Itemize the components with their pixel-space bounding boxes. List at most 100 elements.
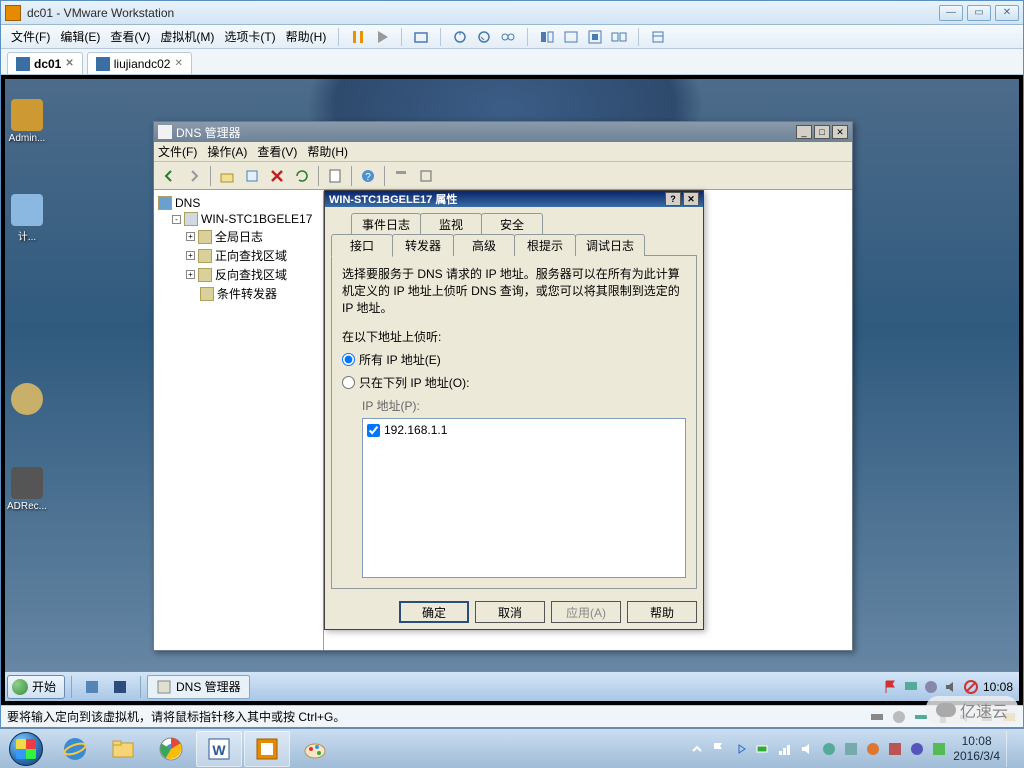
status-hdd-icon[interactable] <box>869 709 885 725</box>
tab-security[interactable]: 安全 <box>481 213 543 235</box>
guest-start-button[interactable]: 开始 <box>7 675 65 699</box>
tray-app4-icon[interactable] <box>887 741 903 757</box>
console-icon[interactable] <box>560 27 582 47</box>
filter-icon[interactable] <box>390 165 412 187</box>
vm-tab-dc01[interactable]: dc01 ✕ <box>7 52 83 74</box>
tray-app1-icon[interactable] <box>821 741 837 757</box>
dns-menu-help[interactable]: 帮助(H) <box>307 143 348 160</box>
menu-help[interactable]: 帮助(H) <box>282 26 331 47</box>
dns-tree[interactable]: DNS -WIN-STC1BGELE17 +全局日志 +正向查找区域 +反向查找… <box>154 191 324 650</box>
tab-debug-log[interactable]: 调试日志 <box>575 234 645 256</box>
menu-vm[interactable]: 虚拟机(M) <box>156 26 218 47</box>
fullscreen-icon[interactable] <box>584 27 606 47</box>
tab-event-log[interactable]: 事件日志 <box>351 213 421 235</box>
tray-battery-icon[interactable] <box>755 741 771 757</box>
taskbar-explorer[interactable] <box>100 731 146 767</box>
tab-interfaces[interactable]: 接口 <box>331 234 393 257</box>
taskbar-paint[interactable] <box>292 731 338 767</box>
dns-menu-file[interactable]: 文件(F) <box>158 143 197 160</box>
radio-all-ip[interactable]: 所有 IP 地址(E) <box>342 351 686 368</box>
vm-tab-liujiandc02[interactable]: liujiandc02 ✕ <box>87 52 192 74</box>
host-clock[interactable]: 10:08 2016/3/4 <box>953 734 1000 763</box>
minimize-button[interactable]: — <box>939 5 963 21</box>
dns-menu-action[interactable]: 操作(A) <box>207 143 247 160</box>
pause-icon[interactable] <box>347 27 369 47</box>
taskbar-task-dns[interactable]: DNS 管理器 <box>147 675 250 699</box>
maximize-button[interactable]: ▭ <box>967 5 991 21</box>
help-button[interactable]: 帮助 <box>627 601 697 623</box>
properties-close-button[interactable]: ✕ <box>683 192 699 206</box>
tree-reverse-zones[interactable]: +反向查找区域 <box>186 265 319 284</box>
ok-button[interactable]: 确定 <box>399 601 469 623</box>
guest-clock[interactable]: 10:08 <box>983 680 1013 694</box>
tree-conditional-forwarders[interactable]: 条件转发器 <box>186 284 319 303</box>
multimonitor-icon[interactable] <box>608 27 630 47</box>
tray-app5-icon[interactable] <box>909 741 925 757</box>
properties-titlebar[interactable]: WIN-STC1BGELE17 属性 ? ✕ <box>325 191 703 207</box>
help-icon[interactable]: ? <box>357 165 379 187</box>
tab-advanced[interactable]: 高级 <box>453 234 515 256</box>
ip-checkbox[interactable] <box>367 424 380 437</box>
tab-close-icon[interactable]: ✕ <box>65 58 73 69</box>
dns-minimize-button[interactable]: _ <box>796 125 812 139</box>
quick-launch-server-manager[interactable] <box>78 675 106 699</box>
tab-close-icon[interactable]: ✕ <box>174 58 182 69</box>
tray-up-icon[interactable] <box>689 741 705 757</box>
tray-volume-icon[interactable] <box>799 741 815 757</box>
radio-all-ip-input[interactable] <box>342 353 355 366</box>
column-icon[interactable] <box>415 165 437 187</box>
tray-bluetooth-icon[interactable] <box>733 741 749 757</box>
tray-net-icon[interactable] <box>777 741 793 757</box>
unity-icon[interactable] <box>536 27 558 47</box>
back-icon[interactable] <box>158 165 180 187</box>
ip-address-list[interactable]: 192.168.1.1 <box>362 418 686 578</box>
properties-icon[interactable] <box>324 165 346 187</box>
tray-volume-icon[interactable] <box>943 679 959 695</box>
help-button-icon[interactable]: ? <box>665 192 681 206</box>
radio-only-ip-input[interactable] <box>342 376 355 389</box>
apply-button[interactable]: 应用(A) <box>551 601 621 623</box>
menu-file[interactable]: 文件(F) <box>7 26 54 47</box>
desktop-icon-recycle[interactable] <box>7 383 47 417</box>
refresh-icon[interactable] <box>291 165 313 187</box>
tab-monitor[interactable]: 监视 <box>420 213 482 235</box>
tree-forward-zones[interactable]: +正向查找区域 <box>186 246 319 265</box>
tree-server[interactable]: -WIN-STC1BGELE17 <box>172 211 319 227</box>
host-start-button[interactable] <box>4 731 48 767</box>
tray-block-icon[interactable] <box>963 679 979 695</box>
tray-app3-icon[interactable] <box>865 741 881 757</box>
taskbar-word[interactable]: W <box>196 731 242 767</box>
tray-tools-icon[interactable] <box>923 679 939 695</box>
taskbar-vmware[interactable] <box>244 731 290 767</box>
menu-view[interactable]: 查看(V) <box>106 26 154 47</box>
dns-maximize-button[interactable]: □ <box>814 125 830 139</box>
desktop-icon-computer[interactable]: 计... <box>7 194 47 243</box>
desktop-icon-adrec[interactable]: ADRec... <box>7 467 47 512</box>
snapshot-manager-icon[interactable] <box>497 27 519 47</box>
delete-icon[interactable] <box>266 165 288 187</box>
status-cd-icon[interactable] <box>891 709 907 725</box>
ip-entry[interactable]: 192.168.1.1 <box>367 423 681 437</box>
tray-app2-icon[interactable] <box>843 741 859 757</box>
tray-flag-icon[interactable] <box>883 679 899 695</box>
desktop-icon-admin[interactable]: Admin... <box>7 99 47 144</box>
radio-only-ip[interactable]: 只在下列 IP 地址(O): <box>342 374 686 391</box>
snapshot-revert-icon[interactable] <box>473 27 495 47</box>
dns-menu-view[interactable]: 查看(V) <box>257 143 297 160</box>
snapshot-take-icon[interactable] <box>449 27 471 47</box>
show-desktop-button[interactable] <box>1006 731 1014 767</box>
taskbar-ie[interactable] <box>52 731 98 767</box>
menu-tabs[interactable]: 选项卡(T) <box>220 26 279 47</box>
quick-launch-powershell[interactable] <box>106 675 134 699</box>
list-icon[interactable] <box>241 165 263 187</box>
tray-network-icon[interactable] <box>903 679 919 695</box>
taskbar-chrome[interactable] <box>148 731 194 767</box>
up-icon[interactable] <box>216 165 238 187</box>
snapshot-icon[interactable] <box>410 27 432 47</box>
tree-global-logs[interactable]: +全局日志 <box>186 227 319 246</box>
menu-edit[interactable]: 编辑(E) <box>56 26 104 47</box>
dns-titlebar[interactable]: DNS 管理器 _ □ ✕ <box>154 122 852 142</box>
tab-root-hints[interactable]: 根提示 <box>514 234 576 256</box>
tray-flag-icon[interactable] <box>711 741 727 757</box>
library-icon[interactable] <box>647 27 669 47</box>
